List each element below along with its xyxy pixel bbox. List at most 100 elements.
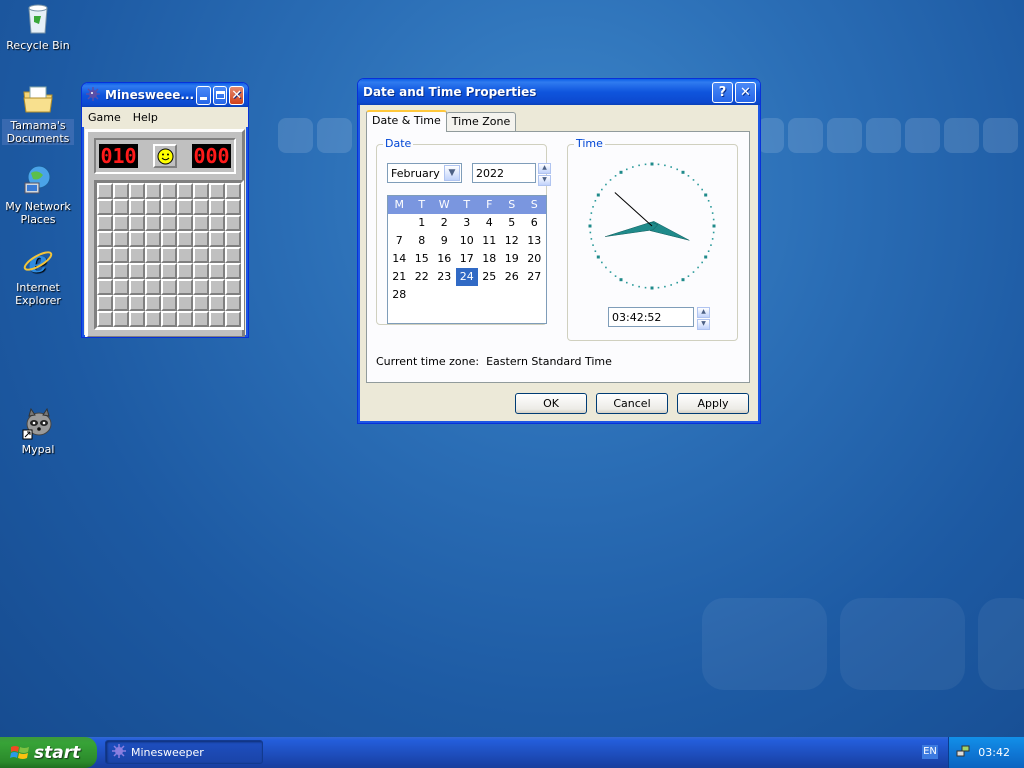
calendar-day[interactable]: 6 [523,214,546,232]
calendar-day[interactable]: 1 [411,214,434,232]
mine-cell[interactable] [193,215,209,231]
spin-up-icon[interactable]: ▲ [538,163,551,174]
mine-cell[interactable] [97,183,113,199]
mine-cell[interactable] [145,199,161,215]
minimize-button[interactable] [196,85,211,105]
mine-cell[interactable] [129,247,145,263]
calendar-day[interactable]: 23 [433,268,456,286]
mine-cell[interactable] [225,311,241,327]
mine-cell[interactable] [129,311,145,327]
mine-cell[interactable] [129,199,145,215]
tab-date-time[interactable]: Date & Time [366,110,447,132]
calendar-day[interactable]: 8 [411,232,434,250]
ok-button[interactable]: OK [515,393,587,414]
calendar-day[interactable]: 21 [388,268,411,286]
calendar-day[interactable]: 4 [478,214,501,232]
language-indicator[interactable]: EN [922,745,938,759]
calendar-day[interactable]: 12 [501,232,524,250]
help-button[interactable]: ? [712,81,733,103]
desktop-icon-internet-explorer[interactable]: e Internet Explorer [2,244,74,307]
dialog-titlebar[interactable]: Date and Time Properties ? ✕ [358,79,760,105]
time-input[interactable]: 03:42:52 [608,307,694,327]
calendar-day[interactable]: 16 [433,250,456,268]
mine-cell[interactable] [161,215,177,231]
calendar-day[interactable]: 28 [388,286,411,304]
calendar-day[interactable]: 27 [523,268,546,286]
calendar-day[interactable]: 25 [478,268,501,286]
mine-cell[interactable] [225,215,241,231]
desktop-icon-mypal[interactable]: Mypal [2,406,74,456]
mine-cell[interactable] [97,295,113,311]
apply-button[interactable]: Apply [677,393,749,414]
taskbar-item-minesweeper[interactable]: Minesweeper [105,740,263,764]
mine-cell[interactable] [225,199,241,215]
mine-cell[interactable] [209,183,225,199]
calendar-day[interactable]: 20 [523,250,546,268]
mine-cell[interactable] [145,311,161,327]
maximize-button[interactable] [212,85,228,105]
mine-cell[interactable] [177,311,193,327]
start-button[interactable]: start [0,737,97,768]
mine-cell[interactable] [209,311,225,327]
calendar-day[interactable]: 26 [501,268,524,286]
mine-cell[interactable] [97,247,113,263]
menu-game[interactable]: Game [88,111,121,124]
mine-cell[interactable] [113,215,129,231]
mine-cell[interactable] [193,279,209,295]
mine-cell[interactable] [129,231,145,247]
mine-cell[interactable] [113,247,129,263]
mine-cell[interactable] [161,311,177,327]
mine-cell[interactable] [177,295,193,311]
calendar-day[interactable]: 3 [456,214,479,232]
calendar-day[interactable]: 2 [433,214,456,232]
minesweeper-titlebar[interactable]: Minesweee... ✕ [82,83,248,107]
mine-cell[interactable] [161,279,177,295]
mine-cell[interactable] [193,183,209,199]
cancel-button[interactable]: Cancel [596,393,668,414]
mine-cell[interactable] [193,199,209,215]
tab-time-zone[interactable]: Time Zone [445,112,517,131]
mine-cell[interactable] [161,263,177,279]
mine-cell[interactable] [225,295,241,311]
mine-cell[interactable] [225,247,241,263]
spin-up-icon[interactable]: ▲ [697,307,710,318]
mine-cell[interactable] [177,215,193,231]
calendar-day[interactable]: 5 [501,214,524,232]
calendar-day[interactable]: 14 [388,250,411,268]
calendar-day[interactable]: 15 [411,250,434,268]
mine-cell[interactable] [177,263,193,279]
mine-cell[interactable] [113,311,129,327]
mine-cell[interactable] [129,279,145,295]
mine-cell[interactable] [145,215,161,231]
chevron-down-icon[interactable]: ▼ [444,165,460,181]
mine-cell[interactable] [225,279,241,295]
mine-cell[interactable] [113,199,129,215]
mine-cell[interactable] [193,247,209,263]
mine-cell[interactable] [177,247,193,263]
mine-cell[interactable] [209,295,225,311]
mine-cell[interactable] [113,263,129,279]
mine-cell[interactable] [193,295,209,311]
mine-cell[interactable] [113,279,129,295]
mine-cell[interactable] [209,263,225,279]
calendar-day[interactable]: 13 [523,232,546,250]
calendar-day[interactable]: 22 [411,268,434,286]
mine-cell[interactable] [129,263,145,279]
calendar-day[interactable]: 10 [456,232,479,250]
mine-cell[interactable] [145,279,161,295]
calendar-day[interactable]: 19 [501,250,524,268]
month-select[interactable]: February ▼ [387,163,462,183]
mine-cell[interactable] [177,199,193,215]
mine-cell[interactable] [161,199,177,215]
mine-cell[interactable] [97,279,113,295]
mine-cell[interactable] [97,215,113,231]
calendar-day[interactable]: 24 [455,268,478,286]
mine-cell[interactable] [97,199,113,215]
mine-cell[interactable] [145,183,161,199]
mine-cell[interactable] [97,231,113,247]
mine-cell[interactable] [161,247,177,263]
mine-cell[interactable] [97,263,113,279]
mine-cell[interactable] [129,215,145,231]
mine-cell[interactable] [161,231,177,247]
mine-cell[interactable] [177,279,193,295]
